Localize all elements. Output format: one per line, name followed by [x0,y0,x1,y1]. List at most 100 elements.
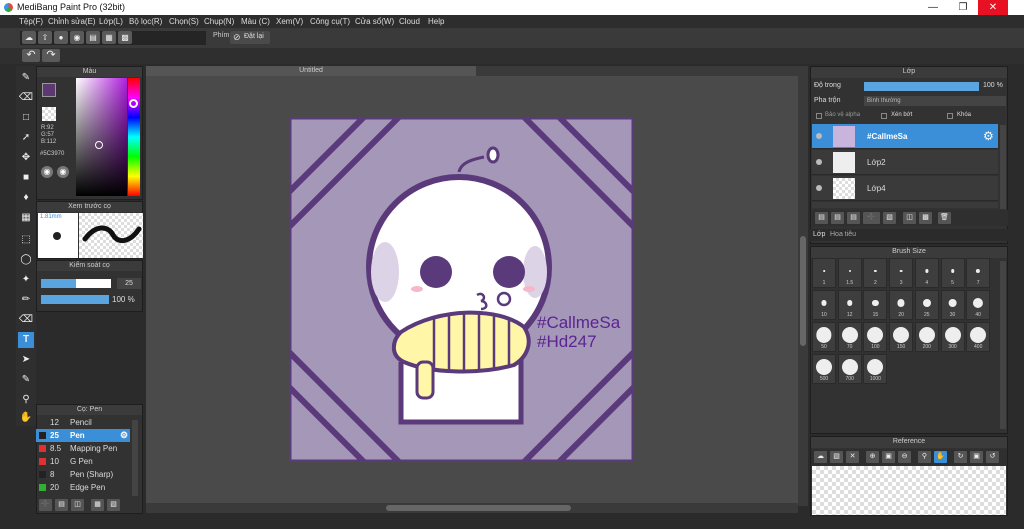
menu-edit[interactable]: Chỉnh sửa(E) [48,17,96,26]
saturation-value-square[interactable] [76,78,127,196]
reference-eyedropper-icon[interactable]: ⚲ [918,451,931,463]
new-8bit-layer-icon[interactable]: ▤ [847,212,860,224]
brush-size-cell[interactable]: 1.5 [837,258,862,288]
opacity-slider[interactable] [41,295,109,304]
layer-scrollbar[interactable] [1000,125,1006,209]
primary-color-swatch[interactable] [42,83,56,97]
menu-cloud[interactable]: Cloud [399,17,420,26]
canvas-hscroll-thumb[interactable] [386,505,571,511]
select-eraser-icon[interactable]: ⌫ [18,312,34,328]
page-icon[interactable]: ▦ [102,31,116,44]
new-brush-icon[interactable]: ▤ [55,499,68,511]
brush-size-cell[interactable]: 7 [966,258,991,288]
line-tool-icon[interactable]: ➚ [18,130,34,146]
reference-cloud-icon[interactable]: ☁ [814,451,827,463]
brush-item-pen-sharp[interactable]: 8 Pen (Sharp) [36,468,130,481]
select-pen-icon[interactable]: ✏ [18,292,34,308]
brush-size-cell[interactable]: 200 [914,322,939,352]
move-tool-icon[interactable]: ✥ [18,150,34,166]
redo-icon[interactable]: ↷ [42,49,60,62]
magic-wand-icon[interactable]: ✦ [18,272,34,288]
brush-settings-icon[interactable]: ⚙ [120,429,128,442]
reference-close-icon[interactable]: ✕ [846,451,859,463]
menu-view[interactable]: Xem(V) [276,17,303,26]
brush-size-cell[interactable]: 25 [914,290,939,320]
divide-tool-icon[interactable]: ✎ [18,372,34,388]
layer-settings-icon[interactable]: ⚙ [983,129,994,143]
blend-select[interactable]: Bình thường [864,96,1006,106]
brush-item-mapping-pen[interactable]: 8.5 Mapping Pen [36,442,130,455]
select-tool-icon[interactable]: ⬚ [18,232,34,248]
brush-size-cell[interactable]: 1 [812,258,836,288]
add-layer-dropdown-icon[interactable]: ➕ [863,212,880,224]
copy-brush-icon[interactable]: ◫ [71,499,84,511]
brush-size-cell[interactable]: 4 [914,258,939,288]
protect-alpha-checkbox[interactable] [816,113,822,119]
brush-size-cell[interactable]: 40 [966,290,991,320]
brush-tool-icon[interactable]: ✎ [18,70,34,86]
operation-tool-icon[interactable]: ➤ [18,352,34,368]
gradient-tool-icon[interactable]: ▦ [18,210,34,226]
layer-item-lop4[interactable]: Lớp4 [812,176,998,201]
menu-select[interactable]: Chọn(S) [169,17,199,26]
brush-size-cell[interactable]: 12 [837,290,862,320]
document-icon[interactable]: ▤ [86,31,100,44]
eraser-tool-icon[interactable]: ⌫ [18,90,34,106]
reference-image-area[interactable] [812,466,1006,515]
cloud-icon[interactable]: ☁ [22,31,36,44]
menu-window[interactable]: Cửa sổ(W) [355,17,394,26]
undo-icon[interactable]: ↶ [22,49,40,62]
brush-size-cell[interactable]: 30 [940,290,965,320]
menu-help[interactable]: Help [428,17,444,26]
rotate-icon[interactable]: ↻ [954,451,967,463]
brush-size-cell[interactable]: 150 [889,322,914,352]
palette-icon[interactable]: ◉ [41,166,53,178]
visibility-icon[interactable] [816,185,822,191]
fit-icon[interactable]: ▣ [882,451,895,463]
brush-item-pencil[interactable]: 12 Pencil [36,416,130,429]
brush-folder-icon[interactable]: ▧ [107,499,120,511]
visibility-icon[interactable] [816,159,822,165]
canvas-hscroll[interactable] [146,503,798,513]
clip-checkbox[interactable] [881,113,887,119]
brush-size-cell[interactable]: 500 [812,354,836,384]
zoom-out-icon[interactable]: ⊖ [898,451,911,463]
fullscreen-icon[interactable]: ▣ [970,451,983,463]
brush-size-cell[interactable]: 70 [837,322,862,352]
eyedropper-tool-icon[interactable]: ⚲ [18,392,34,408]
brush-properties-icon[interactable]: ▦ [91,499,104,511]
reset-button[interactable]: ⊘ Đặt lại [230,31,270,44]
canvas-vscroll[interactable] [798,76,808,506]
hue-slider[interactable] [128,78,140,196]
artwork-canvas[interactable]: #CallmeSa #Hd247 [289,117,634,462]
delete-layer-icon[interactable]: 🗑 [938,212,951,224]
brush-size-cell[interactable]: 20 [889,290,914,320]
brush-list-scrollbar[interactable] [132,420,138,496]
text-tool-icon[interactable]: T [18,332,34,348]
brush-size-cell[interactable]: 400 [966,322,991,352]
menu-capture[interactable]: Chụp(N) [204,17,234,26]
grid-icon[interactable]: ▩ [118,31,132,44]
layer-item-lop2[interactable]: Lớp2 [812,150,998,175]
reference-hand-icon[interactable]: ✋ [934,451,947,463]
bucket-tool-icon[interactable]: ♦ [18,190,34,206]
brush-size-cell[interactable]: 15 [863,290,888,320]
brush-size-cell[interactable]: 100 [863,322,888,352]
hand-tool-icon[interactable]: ✋ [18,410,34,426]
refresh-icon[interactable]: ↺ [986,451,999,463]
color-wheel-icon[interactable]: ◉ [57,166,69,178]
hue-cursor[interactable] [129,99,138,108]
fill-rect-tool-icon[interactable]: ■ [18,170,34,186]
new-layer-icon[interactable]: ▤ [815,212,828,224]
layer-item-callmesa[interactable]: #CallmeSa ⚙ [812,124,998,149]
brush-item-g-pen[interactable]: 10 G Pen [36,455,130,468]
add-brush-icon[interactable]: ➕ [39,499,52,511]
lock-checkbox[interactable] [947,113,953,119]
maximize-button[interactable]: ❐ [948,0,978,15]
visibility-icon[interactable] [816,133,822,139]
transparent-swatch[interactable] [42,107,56,121]
brush-size-cell[interactable]: 5 [940,258,965,288]
canvas-vscroll-thumb[interactable] [800,236,806,346]
size-slider[interactable] [41,279,111,288]
minimize-button[interactable]: — [918,0,948,15]
